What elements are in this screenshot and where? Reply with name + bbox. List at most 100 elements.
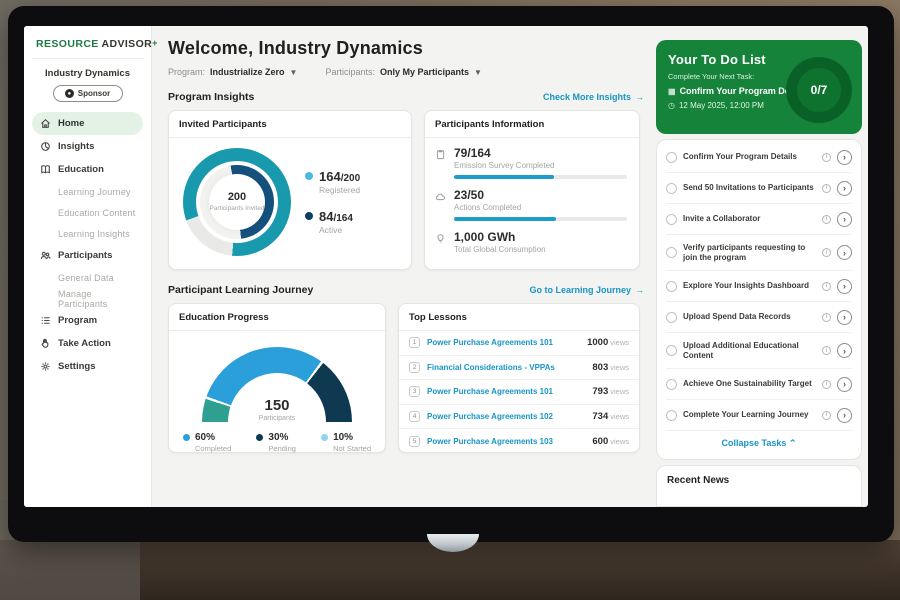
info-icon[interactable]: i [822, 153, 831, 162]
donut-center-label: Participants Invited [210, 205, 265, 213]
program-insights-header: Program Insights Check More Insights → [168, 91, 644, 103]
views-count: 1000 [587, 337, 608, 348]
lesson-rank: 5 [409, 436, 420, 447]
lesson-rank: 2 [409, 362, 420, 373]
gauge-center-label: Participants [259, 415, 296, 422]
sponsor-label: Sponsor [78, 89, 110, 98]
program-value: Industrialize Zero [210, 67, 285, 77]
arrow-right-icon: → [635, 92, 644, 102]
task-checkbox[interactable] [666, 345, 677, 356]
sidebar-item-education-content[interactable]: Education Content [32, 202, 143, 223]
sidebar-item-manage-participants[interactable]: Manage Participants [32, 288, 143, 309]
sidebar-item-general-data[interactable]: General Data [32, 267, 143, 288]
task-checkbox[interactable] [666, 410, 677, 421]
go-to-learning-journey-link[interactable]: Go to Learning Journey → [529, 285, 644, 295]
task-checkbox[interactable] [666, 312, 677, 323]
chevron-right-icon[interactable]: › [837, 408, 852, 423]
legend-dot [305, 172, 313, 180]
task-checkbox[interactable] [666, 152, 677, 163]
sidebar-item-settings[interactable]: Settings [32, 355, 143, 378]
task-label: Send 50 Invitations to Participants [683, 183, 816, 193]
participants-information-card: Participants Information 79/164 Emission… [424, 110, 640, 270]
sidebar-item-learning-journey[interactable]: Learning Journey [32, 181, 143, 202]
task-checkbox[interactable] [666, 379, 677, 390]
program-insights-title: Program Insights [168, 91, 254, 103]
sidebar-nav: Home Insights Education Learning Journey… [32, 112, 143, 378]
check-more-insights-link[interactable]: Check More Insights → [543, 92, 644, 102]
journey-cards: Education Progress 150 Participants [168, 303, 644, 453]
chevron-right-icon[interactable]: › [837, 150, 852, 165]
stat-label: Actions Completed [454, 203, 627, 212]
task-checkbox[interactable] [666, 281, 677, 292]
participants-dropdown[interactable]: Participants: Only My Participants ▼ [325, 67, 481, 77]
sidebar-item-take-action[interactable]: Take Action [32, 332, 143, 355]
info-icon[interactable]: i [822, 346, 831, 355]
info-icon[interactable]: i [822, 380, 831, 389]
progress-bar [454, 175, 627, 179]
chevron-right-icon[interactable]: › [837, 279, 852, 294]
program-dropdown[interactable]: Program: Industrialize Zero ▼ [168, 67, 297, 77]
task-row: Upload Spend Data Records i › [666, 302, 852, 333]
insights-icon [39, 141, 51, 153]
sidebar-item-home[interactable]: Home [32, 112, 143, 135]
invited-participants-card: Invited Participants 200 Participants In… [168, 110, 412, 270]
stat-value: 23/50 [454, 188, 627, 202]
collapse-label: Collapse Tasks [722, 438, 787, 448]
chevron-down-icon: ▼ [474, 68, 482, 77]
chevron-right-icon[interactable]: › [837, 212, 852, 227]
task-checkbox[interactable] [666, 214, 677, 225]
legend-label: Pending [268, 444, 296, 453]
hand-icon [39, 338, 51, 350]
lesson-rank: 4 [409, 411, 420, 422]
gauge-center-value: 150 [264, 397, 289, 414]
lesson-link[interactable]: Financial Considerations - VPPAs [427, 363, 585, 372]
info-icon[interactable]: i [822, 248, 831, 257]
lesson-link[interactable]: Power Purchase Agreements 101 [427, 387, 585, 396]
invited-donut-chart: 200 Participants Invited [183, 148, 291, 256]
chevron-right-icon[interactable]: › [837, 245, 852, 260]
sidebar-item-learning-insights[interactable]: Learning Insights [32, 223, 143, 244]
todo-progress-ring: 0/7 [786, 57, 852, 123]
card-title: Invited Participants [169, 111, 411, 138]
collapse-tasks-link[interactable]: Collapse Tasks ⌃ [666, 431, 852, 457]
todo-column: Your To Do List Complete Your Next Task:… [656, 26, 868, 507]
chevron-right-icon[interactable]: › [837, 181, 852, 196]
sidebar-item-insights[interactable]: Insights [32, 135, 143, 158]
legend-total: /164 [333, 213, 352, 224]
legend-label: Registered [319, 185, 360, 195]
task-label: Confirm Your Program Details [683, 152, 816, 162]
task-checkbox[interactable] [666, 247, 677, 258]
sidebar-item-label: Program [58, 315, 97, 326]
sidebar-item-label: Participants [58, 250, 112, 261]
chevron-right-icon[interactable]: › [837, 310, 852, 325]
sponsor-badge[interactable]: ● Sponsor [53, 85, 123, 102]
chevron-right-icon[interactable]: › [837, 377, 852, 392]
card-title: Top Lessons [399, 304, 639, 331]
brand-logo: RESOURCE ADVISOR+ [32, 36, 143, 59]
lesson-link[interactable]: Power Purchase Agreements 102 [427, 412, 585, 421]
info-icon[interactable]: i [822, 282, 831, 291]
lesson-row: 5 Power Purchase Agreements 103 600views [399, 429, 639, 454]
chevron-right-icon[interactable]: › [837, 343, 852, 358]
learning-journey-title: Participant Learning Journey [168, 284, 313, 296]
legend-value: 84 [319, 209, 333, 224]
lesson-rank: 1 [409, 337, 420, 348]
sidebar-item-program[interactable]: Program [32, 309, 143, 332]
sidebar-item-participants[interactable]: Participants [32, 244, 143, 267]
lightbulb-icon [435, 230, 447, 254]
sidebar-item-education[interactable]: Education [32, 158, 143, 181]
views-suffix: views [610, 338, 629, 347]
lesson-link[interactable]: Power Purchase Agreements 103 [427, 437, 585, 446]
info-icon[interactable]: i [822, 184, 831, 193]
info-icon[interactable]: i [822, 215, 831, 224]
stat-label: Total Global Consumption [454, 245, 627, 254]
info-icon[interactable]: i [822, 313, 831, 322]
lesson-link[interactable]: Power Purchase Agreements 101 [427, 338, 580, 347]
task-checkbox[interactable] [666, 183, 677, 194]
views-count: 600 [592, 436, 608, 447]
legend-dot [256, 434, 263, 441]
info-icon[interactable]: i [822, 411, 831, 420]
card-title: Education Progress [169, 304, 385, 331]
legend-label: Completed [195, 444, 231, 453]
sidebar-item-label: Insights [58, 141, 94, 152]
